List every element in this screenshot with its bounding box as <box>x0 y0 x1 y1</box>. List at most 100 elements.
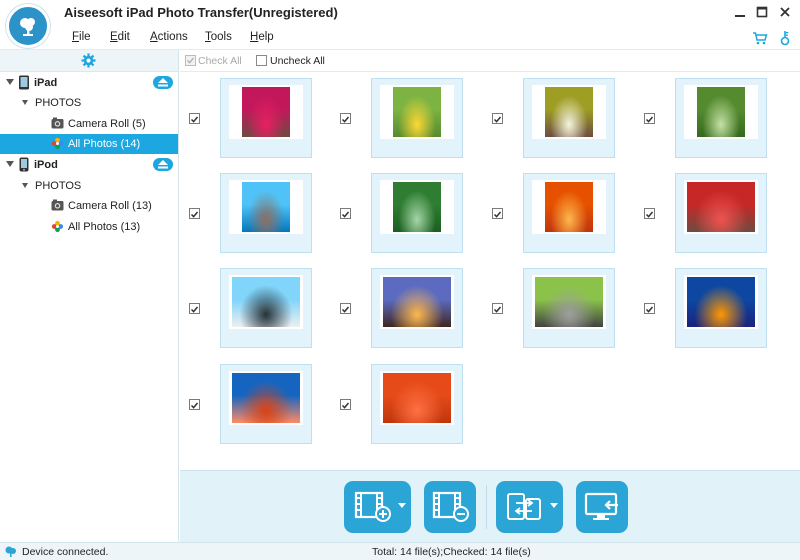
device-ipad[interactable]: iPad <box>0 73 178 93</box>
group-photos-ipad[interactable]: PHOTOS <box>0 93 178 113</box>
camera-icon <box>51 199 64 211</box>
checkmark-icon <box>493 306 502 313</box>
gear-icon[interactable] <box>81 53 96 68</box>
photo-checkbox[interactable] <box>492 113 503 124</box>
sidebar-header <box>0 50 178 72</box>
photo-checkbox[interactable] <box>644 113 655 124</box>
photo-checkbox[interactable] <box>189 113 200 124</box>
menu-help[interactable]: Help <box>250 31 274 43</box>
photo-tile[interactable] <box>220 78 312 158</box>
window-title: Aiseesoft iPad Photo Transfer(Unregister… <box>64 5 338 20</box>
app-logo <box>6 4 50 48</box>
export-to-device-button[interactable] <box>496 481 563 533</box>
photo-thumbnail <box>687 277 755 327</box>
photo-tile[interactable] <box>523 78 615 158</box>
photo-tile[interactable] <box>371 78 463 158</box>
purchase-button[interactable] <box>752 30 768 46</box>
photo-frame <box>229 85 303 139</box>
photo-checkbox[interactable] <box>189 303 200 314</box>
photo-frame <box>229 371 303 425</box>
photo-tile[interactable] <box>220 173 312 253</box>
photo-thumbnail <box>535 277 603 327</box>
minimize-button[interactable] <box>730 3 750 21</box>
uncheck-all-label[interactable]: Uncheck All <box>270 55 325 67</box>
photo-tile[interactable] <box>371 173 463 253</box>
ipad-icon <box>19 75 29 90</box>
photo-tile[interactable] <box>523 173 615 253</box>
photo-thumbnail <box>687 182 755 232</box>
checkmark-icon <box>341 211 350 218</box>
maximize-button[interactable] <box>752 3 772 21</box>
photo-thumbnail <box>383 373 451 423</box>
photo-checkbox[interactable] <box>340 303 351 314</box>
photo-checkbox[interactable] <box>340 208 351 219</box>
photo-tile[interactable] <box>675 268 767 348</box>
menu-file-label: File <box>72 31 91 43</box>
chevron-down-icon[interactable] <box>550 503 558 508</box>
phone-transfer-icon <box>507 493 541 520</box>
group-label: PHOTOS <box>35 180 82 192</box>
album-camera-roll-ipod[interactable]: Camera Roll (13) <box>0 196 178 216</box>
menu-actions[interactable]: Actions <box>150 31 188 43</box>
photo-frame <box>684 180 758 234</box>
photo-thumbnail <box>383 277 451 327</box>
film-plus-icon <box>354 491 391 522</box>
group-photos-ipod[interactable]: PHOTOS <box>0 176 178 196</box>
eject-ipod-button[interactable] <box>153 158 173 171</box>
photo-tile[interactable] <box>675 78 767 158</box>
delete-photo-button[interactable] <box>424 481 476 533</box>
album-all-photos-ipod[interactable]: All Photos (13) <box>0 217 178 237</box>
connection-status: Device connected. <box>22 546 109 558</box>
expand-arrow-icon[interactable] <box>22 183 28 188</box>
photo-tile[interactable] <box>523 268 615 348</box>
expand-arrow-icon[interactable] <box>22 100 28 105</box>
photo-thumbnail <box>393 87 441 137</box>
menu-edit-label: Edit <box>110 31 130 43</box>
photo-checkbox[interactable] <box>644 303 655 314</box>
register-button[interactable] <box>777 30 793 46</box>
checkmark-icon <box>190 211 199 218</box>
photo-thumbnail <box>242 182 290 232</box>
photo-checkbox[interactable] <box>189 208 200 219</box>
album-camera-roll-ipad[interactable]: Camera Roll (5) <box>0 114 178 134</box>
eject-ipad-button[interactable] <box>153 76 173 89</box>
checkmark-icon <box>493 211 502 218</box>
device-ipod[interactable]: iPod <box>0 155 178 175</box>
photo-tile[interactable] <box>220 364 312 444</box>
menu-file[interactable]: File <box>72 31 91 43</box>
photo-grid <box>180 72 800 470</box>
close-button[interactable] <box>775 3 795 21</box>
photo-frame <box>229 180 303 234</box>
checkmark-icon <box>341 306 350 313</box>
export-to-pc-button[interactable] <box>576 481 628 533</box>
expand-arrow-icon[interactable] <box>6 79 14 85</box>
chevron-down-icon[interactable] <box>398 503 406 508</box>
menu-edit[interactable]: Edit <box>110 31 130 43</box>
selection-toolbar: Check All Uncheck All <box>180 50 800 72</box>
album-label: All Photos (14) <box>68 138 141 150</box>
expand-arrow-icon[interactable] <box>6 161 14 167</box>
checkmark-icon <box>493 116 502 123</box>
photo-tile[interactable] <box>675 173 767 253</box>
uncheck-all-checkbox[interactable] <box>256 55 267 66</box>
eject-icon <box>158 160 168 169</box>
action-separator <box>486 485 487 529</box>
photo-checkbox[interactable] <box>492 303 503 314</box>
album-label: Camera Roll (5) <box>68 118 146 130</box>
photo-checkbox[interactable] <box>340 399 351 410</box>
photo-tile[interactable] <box>371 268 463 348</box>
album-all-photos-ipad[interactable]: All Photos (14) <box>0 134 178 154</box>
checkmark-icon <box>190 402 199 409</box>
add-photo-button[interactable] <box>344 481 411 533</box>
album-label: All Photos (13) <box>68 221 141 233</box>
photo-tile[interactable] <box>220 268 312 348</box>
photo-thumbnail <box>393 182 441 232</box>
menu-tools[interactable]: Tools <box>205 31 232 43</box>
checkmark-icon <box>645 116 654 123</box>
photo-checkbox[interactable] <box>340 113 351 124</box>
photo-tile[interactable] <box>371 364 463 444</box>
photo-checkbox[interactable] <box>644 208 655 219</box>
photo-checkbox[interactable] <box>492 208 503 219</box>
photos-icon <box>51 220 64 233</box>
photo-checkbox[interactable] <box>189 399 200 410</box>
